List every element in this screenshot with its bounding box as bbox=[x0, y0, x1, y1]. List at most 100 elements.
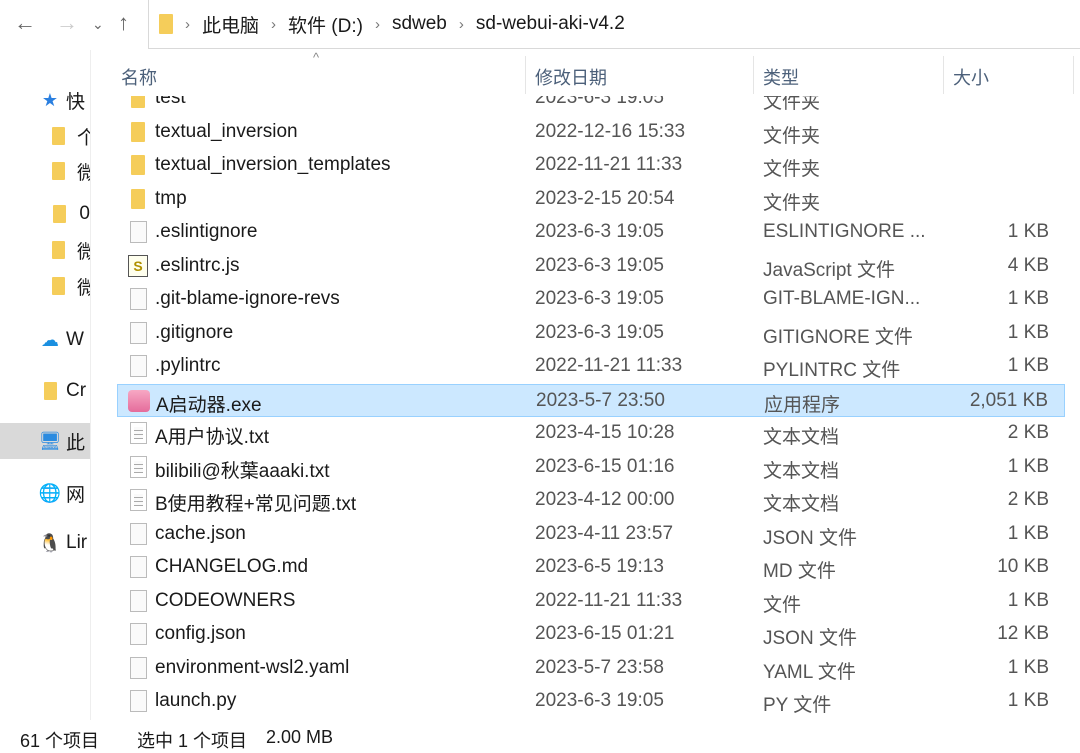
selection-size: 2.00 MB bbox=[266, 727, 334, 747]
file-type: GIT-BLAME-IGN... bbox=[763, 288, 921, 309]
file-icon bbox=[129, 355, 147, 377]
file-row[interactable]: launch.py 2023-6-3 19:05 PY 文件 1 KB bbox=[117, 685, 1065, 718]
up-button[interactable]: ↑ bbox=[118, 10, 129, 36]
folder-icon bbox=[159, 14, 173, 34]
file-type: 文件夹 bbox=[763, 159, 821, 180]
file-date: 2022-11-21 11:33 bbox=[535, 154, 683, 175]
item-count: 61 个项目 bbox=[20, 731, 100, 751]
breadcrumb-item[interactable]: 软件 (D:) bbox=[288, 11, 363, 38]
file-row[interactable]: textual_inversion_templates 2022-11-21 1… bbox=[117, 149, 1065, 182]
file-row[interactable]: CODEOWNERS 2022-11-21 11:33 文件 1 KB bbox=[117, 585, 1065, 618]
file-date: 2023-6-3 19:05 bbox=[535, 221, 664, 242]
sidebar-item[interactable]: 个 bbox=[0, 118, 90, 154]
file-type: 文本文档 bbox=[763, 427, 840, 448]
column-name[interactable]: 名称 bbox=[121, 64, 157, 90]
folder-icon bbox=[131, 121, 145, 142]
file-date: 2022-11-21 11:33 bbox=[535, 589, 683, 611]
sidebar-item-label: 0 bbox=[79, 203, 90, 224]
creative-cloud-folder-icon bbox=[38, 382, 62, 400]
file-row[interactable]: A启动器.exe 2023-5-7 23:50 应用程序 2,051 KB bbox=[117, 383, 1065, 417]
file-name: CHANGELOG.md bbox=[155, 556, 309, 577]
status-bar: 61 个项目 选中 1 个项目 2.00 MB bbox=[0, 722, 1080, 753]
file-date: 2023-4-15 10:28 bbox=[535, 422, 675, 443]
file-type: JSON 文件 bbox=[763, 527, 857, 549]
folder-icon bbox=[52, 241, 65, 259]
sidebar-item[interactable]: 微 bbox=[0, 268, 90, 304]
file-name: config.json bbox=[155, 623, 246, 644]
text-file-icon bbox=[129, 455, 147, 478]
file-name: tmp bbox=[155, 187, 187, 209]
file-type: 文本文档 bbox=[763, 494, 840, 515]
file-row[interactable]: bilibili@秋葉aaaki.txt 2023-6-15 01:16 文本文… bbox=[117, 451, 1065, 484]
recent-locations-button[interactable]: ⌄ bbox=[92, 16, 104, 33]
file-icon bbox=[129, 556, 147, 578]
file-row[interactable]: tmp 2023-2-15 20:54 文件夹 bbox=[117, 183, 1065, 216]
text-file-icon bbox=[129, 489, 147, 511]
sidebar-item[interactable]: 微 bbox=[0, 232, 90, 268]
file-row[interactable]: environment-wsl2.yaml 2023-5-7 23:58 YAM… bbox=[117, 652, 1065, 685]
file-row[interactable]: .pylintrc 2022-11-21 11:33 PYLINTRC 文件 1… bbox=[117, 350, 1065, 383]
file-list: ^ 名称 修改日期 类型 大小 test 2023-6-3 19:05 文件夹 … bbox=[90, 50, 1080, 720]
file-size: 2 KB bbox=[1007, 489, 1049, 510]
text-file-icon bbox=[129, 422, 147, 444]
file-row[interactable]: textual_inversion 2022-12-16 15:33 文件夹 bbox=[117, 116, 1065, 149]
column-type[interactable]: 类型 bbox=[763, 64, 799, 90]
address-bar[interactable]: › 此电脑 › 软件 (D:) › sdweb › sd-webui-aki-v… bbox=[148, 0, 1080, 49]
sidebar-item[interactable]: ☁ W bbox=[0, 322, 90, 358]
file-size: 1 KB bbox=[1007, 656, 1049, 678]
file-type: JSON 文件 bbox=[763, 628, 857, 649]
file-size: 4 KB bbox=[1007, 254, 1049, 276]
file-row[interactable]: .git-blame-ignore-revs 2023-6-3 19:05 GI… bbox=[117, 283, 1065, 316]
file-size: 2,051 KB bbox=[969, 389, 1048, 411]
breadcrumb-item[interactable]: 此电脑 bbox=[202, 11, 259, 38]
file-row[interactable]: cache.json 2023-4-11 23:57 JSON 文件 1 KB bbox=[117, 518, 1065, 551]
file-size: 1 KB bbox=[1007, 455, 1049, 477]
file-date: 2023-5-7 23:58 bbox=[535, 656, 664, 678]
file-name: CODEOWNERS bbox=[155, 589, 296, 611]
sidebar-item-label: Lir bbox=[66, 532, 88, 553]
file-type: 文件夹 bbox=[763, 192, 821, 214]
file-date: 2023-6-5 19:13 bbox=[535, 556, 664, 577]
folder-icon bbox=[52, 277, 65, 295]
sidebar-item[interactable]: Cr bbox=[0, 373, 90, 409]
file-type: YAML 文件 bbox=[763, 661, 856, 683]
file-name: bilibili@秋葉aaaki.txt bbox=[155, 460, 330, 482]
file-row[interactable]: A用户协议.txt 2023-4-15 10:28 文本文档 2 KB bbox=[117, 417, 1065, 450]
file-row[interactable]: config.json 2023-6-15 01:21 JSON 文件 12 K… bbox=[117, 618, 1065, 651]
file-size: 1 KB bbox=[1007, 321, 1049, 343]
linux-icon: 🐧 bbox=[38, 532, 62, 553]
sidebar-item[interactable]: 🖥 此 bbox=[0, 423, 90, 459]
sidebar-item[interactable]: 0 bbox=[0, 196, 90, 232]
column-divider[interactable] bbox=[525, 56, 526, 94]
network-icon: 🌐 bbox=[38, 482, 62, 503]
folder-icon bbox=[52, 127, 65, 145]
file-name: .pylintrc bbox=[155, 355, 221, 376]
column-divider[interactable] bbox=[943, 56, 944, 94]
file-date: 2023-4-11 23:57 bbox=[535, 522, 674, 544]
file-row[interactable]: B使用教程+常见问题.txt 2023-4-12 00:00 文本文档 2 KB bbox=[117, 484, 1065, 517]
back-button[interactable]: ← bbox=[14, 10, 36, 36]
column-date[interactable]: 修改日期 bbox=[535, 64, 607, 90]
sidebar-item-label: 此 bbox=[66, 432, 86, 454]
app-icon bbox=[128, 389, 150, 412]
file-row[interactable]: .gitignore 2023-6-3 19:05 GITIGNORE 文件 1… bbox=[117, 317, 1065, 350]
column-divider[interactable] bbox=[1073, 56, 1074, 94]
sidebar-item[interactable]: 🐧 Lir bbox=[0, 525, 90, 561]
forward-button[interactable]: → bbox=[56, 10, 78, 36]
sidebar-item[interactable]: 🌐 网 bbox=[0, 475, 90, 511]
file-icon bbox=[129, 288, 147, 310]
breadcrumb-item[interactable]: sd-webui-aki-v4.2 bbox=[476, 13, 625, 35]
file-icon bbox=[129, 656, 147, 679]
javascript-file-icon: S bbox=[128, 254, 148, 277]
breadcrumb-item[interactable]: sdweb bbox=[392, 13, 447, 35]
file-icon bbox=[129, 221, 147, 243]
column-size[interactable]: 大小 bbox=[953, 64, 989, 90]
sidebar-item[interactable]: ★ 快 bbox=[0, 82, 90, 118]
file-name: A启动器.exe bbox=[156, 394, 262, 416]
column-divider[interactable] bbox=[753, 56, 754, 94]
file-row[interactable]: S .eslintrc.js 2023-6-3 19:05 JavaScript… bbox=[117, 250, 1065, 283]
file-row[interactable]: .eslintignore 2023-6-3 19:05 ESLINTIGNOR… bbox=[117, 216, 1065, 249]
file-row[interactable]: CHANGELOG.md 2023-6-5 19:13 MD 文件 10 KB bbox=[117, 551, 1065, 584]
sidebar-item-label: 微 bbox=[77, 241, 90, 263]
sidebar-item[interactable]: 微 bbox=[0, 153, 90, 189]
